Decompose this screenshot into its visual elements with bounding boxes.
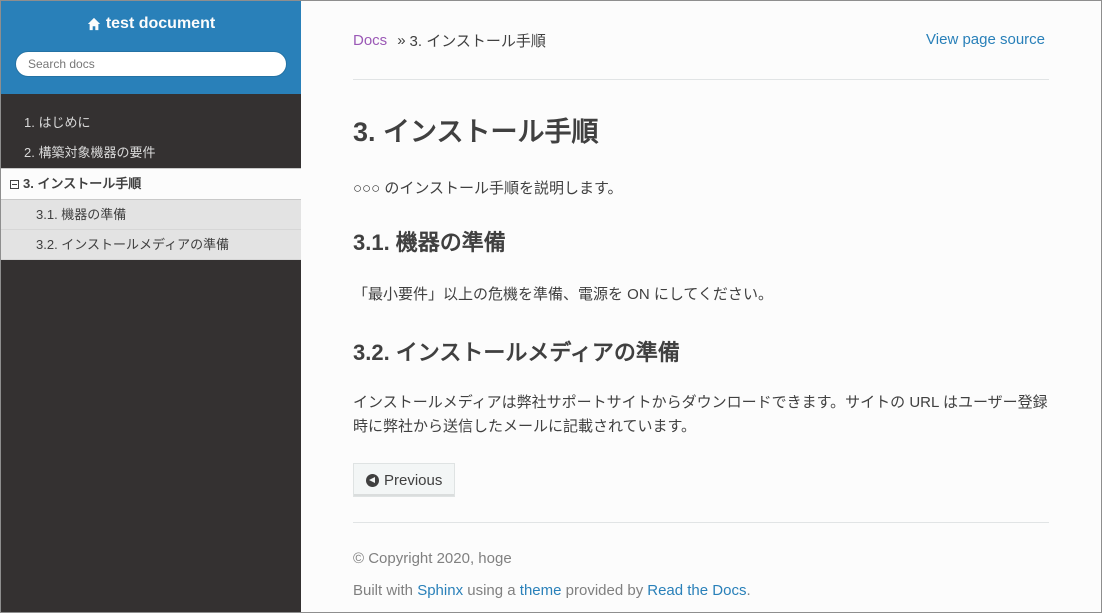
project-home-link[interactable]: test document (87, 15, 215, 33)
toc-item-install-current[interactable]: 3. インストール手順 (1, 168, 301, 200)
toc-nav: 1. はじめに 2. 構築対象機器の要件 3. インストール手順 3.1. 機器… (1, 94, 301, 260)
built-with-line: Built with Sphinx using a theme provided… (353, 581, 1049, 601)
theme-link[interactable]: theme (520, 582, 562, 599)
footer: © Copyright 2020, hoge Built with Sphinx… (353, 522, 1049, 601)
minus-square-icon[interactable] (10, 179, 19, 189)
breadcrumb: Docs » 3. インストール手順 View page source (353, 1, 1049, 80)
previous-button-label: Previous (384, 471, 443, 489)
sidebar-header: test document (1, 1, 301, 94)
main-content: Docs » 3. インストール手順 View page source 3. イ… (353, 1, 1049, 601)
section-heading-device-prep: 3.1. 機器の準備 (353, 230, 506, 255)
section-text-device-prep: 「最小要件」以上の危機を準備、電源を ON にしてください。 (353, 286, 773, 303)
copyright-text: © Copyright 2020, hoge (353, 550, 512, 567)
previous-button[interactable]: Previous (353, 463, 456, 497)
search-input[interactable] (15, 51, 287, 77)
toc-item-install-label: 3. インストール手順 (23, 176, 142, 191)
section-text-media-prep: インストールメディアは弊社サポートサイトからダウンロードできます。サイトの UR… (353, 394, 1048, 435)
provided-by-text: provided by (565, 582, 644, 599)
footer-period: . (746, 582, 751, 599)
breadcrumb-separator: » (397, 31, 406, 49)
intro-paragraph: ○○○ のインストール手順を説明します。 (353, 180, 623, 197)
view-page-source-link[interactable]: View page source (926, 31, 1045, 48)
using-a-text: using a (467, 582, 516, 599)
read-the-docs-link[interactable]: Read the Docs (647, 582, 746, 599)
toc-item-introduction[interactable]: 1. はじめに (1, 108, 301, 138)
home-icon (87, 17, 100, 31)
toc-item-requirements[interactable]: 2. 構築対象機器の要件 (1, 138, 301, 168)
toc-subitem-device-prep[interactable]: 3.1. 機器の準備 (1, 200, 301, 230)
project-name: test document (105, 15, 216, 32)
toc-subitem-media-prep[interactable]: 3.2. インストールメディアの準備 (1, 230, 301, 260)
section-heading-media-prep: 3.2. インストールメディアの準備 (353, 340, 680, 365)
built-with-text: Built with (353, 582, 414, 599)
sidebar: test document 1. はじめに 2. 構築対象機器の要件 3. イン… (1, 1, 301, 612)
breadcrumb-docs-link[interactable]: Docs (353, 32, 387, 49)
breadcrumb-current: 3. インストール手順 (409, 32, 546, 50)
page-title: 3. インストール手順 (353, 117, 599, 147)
circle-arrow-left-icon (366, 473, 379, 487)
sphinx-link[interactable]: Sphinx (417, 582, 463, 599)
page-frame: test document 1. はじめに 2. 構築対象機器の要件 3. イン… (0, 0, 1102, 613)
